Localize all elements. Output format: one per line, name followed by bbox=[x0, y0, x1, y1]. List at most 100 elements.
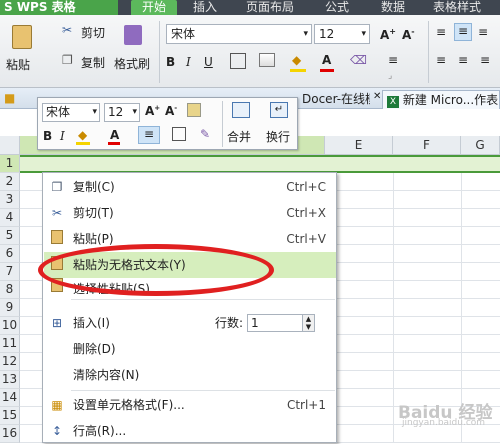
mini-font-color-icon[interactable]: A bbox=[110, 128, 119, 142]
fill-color-swatch bbox=[290, 69, 306, 72]
align-left-icon[interactable]: ≡ bbox=[436, 53, 446, 67]
menu-item-row-height[interactable]: ↕ 行高(R)... bbox=[44, 418, 336, 444]
excel-file-icon: X bbox=[387, 96, 399, 108]
bold-icon[interactable]: B bbox=[166, 55, 175, 69]
mini-style-icon[interactable] bbox=[187, 103, 201, 117]
tab-data[interactable]: 数据 bbox=[381, 0, 405, 15]
font-name-select[interactable]: 宋体 ▾ bbox=[166, 24, 312, 44]
wps-logo[interactable]: S WPS 表格 bbox=[0, 0, 118, 15]
mini-font-name-select[interactable]: 宋体 ▾ bbox=[42, 103, 100, 122]
mini-fill-swatch bbox=[76, 142, 90, 145]
fill-color-icon[interactable]: ◆ bbox=[292, 53, 301, 67]
folder-icon[interactable]: ■ bbox=[4, 91, 15, 105]
font-size-select[interactable]: 12 ▾ bbox=[314, 24, 370, 44]
mini-brush-icon[interactable]: ✎ bbox=[200, 127, 210, 141]
align-bottom-icon[interactable]: ≡ bbox=[478, 25, 488, 39]
insert-icon: ⊞ bbox=[51, 316, 63, 330]
close-icon[interactable]: ✕ bbox=[373, 91, 381, 102]
row-header[interactable]: 8 bbox=[0, 281, 20, 299]
cell-style-icon[interactable] bbox=[259, 53, 275, 67]
menu-separator bbox=[71, 299, 335, 300]
row-count-input[interactable]: 1 bbox=[247, 314, 303, 332]
mini-bold-icon[interactable]: B bbox=[43, 129, 52, 143]
menu-item-insert[interactable]: ⊞ 插入(I) 行数: 1 ▲ ▼ bbox=[44, 310, 336, 336]
tab-table-style[interactable]: 表格样式 bbox=[433, 0, 481, 15]
indent-icon[interactable]: ≡ bbox=[388, 53, 398, 67]
cut-button[interactable]: ✂ 剪切 bbox=[62, 23, 116, 41]
align-center-icon[interactable]: ≡ bbox=[458, 53, 468, 67]
mini-grow-font-icon[interactable]: A+ bbox=[145, 104, 160, 118]
mini-font-size-select[interactable]: 12 ▾ bbox=[104, 103, 140, 122]
clear-format-icon[interactable]: ⌫ bbox=[350, 53, 367, 67]
mini-align-center-icon[interactable]: ≡ bbox=[138, 126, 160, 144]
column-header-f[interactable]: F bbox=[393, 136, 461, 155]
row-header[interactable]: 12 bbox=[0, 353, 20, 371]
row-header[interactable]: 15 bbox=[0, 407, 20, 425]
shrink-font-icon[interactable]: A- bbox=[402, 27, 415, 42]
menu-separator bbox=[71, 390, 335, 391]
menu-item-clear-contents[interactable]: 清除内容(N) bbox=[44, 362, 336, 388]
row-header[interactable]: 9 bbox=[0, 299, 20, 317]
row-count-value: 1 bbox=[251, 316, 259, 330]
grow-font-icon[interactable]: A+ bbox=[380, 27, 396, 42]
tab-start[interactable]: 开始 bbox=[131, 0, 177, 15]
column-header-e[interactable]: E bbox=[325, 136, 393, 155]
row-header[interactable]: 7 bbox=[0, 263, 20, 281]
tab-docer-label: Docer-在线模板 bbox=[302, 92, 370, 106]
mini-fill-color-icon[interactable]: ◆ bbox=[78, 128, 87, 142]
row-header[interactable]: 14 bbox=[0, 389, 20, 407]
row-header[interactable]: 16 bbox=[0, 425, 20, 443]
font-size-value: 12 bbox=[319, 27, 335, 41]
menu-item-cut[interactable]: ✂ 剪切(T) Ctrl+X bbox=[44, 200, 336, 226]
menu-item-copy[interactable]: ❐ 复制(C) Ctrl+C bbox=[44, 174, 336, 200]
tab-page-layout[interactable]: 页面布局 bbox=[246, 0, 294, 15]
menu-item-delete[interactable]: 删除(D) bbox=[44, 336, 336, 362]
row-header[interactable]: 3 bbox=[0, 191, 20, 209]
tab-insert[interactable]: 插入 bbox=[193, 0, 217, 15]
row-count-stepper[interactable]: ▲ ▼ bbox=[303, 314, 315, 332]
selected-row[interactable] bbox=[20, 155, 500, 173]
tab-formula[interactable]: 公式 bbox=[325, 0, 349, 15]
mini-border-icon[interactable] bbox=[172, 127, 186, 141]
font-dialog-launcher-icon[interactable]: ⌟ bbox=[388, 71, 392, 81]
align-right-icon[interactable]: ≡ bbox=[480, 53, 490, 67]
menu-item-label: 设置单元格格式(F)... bbox=[73, 398, 185, 412]
column-header-g[interactable]: G bbox=[461, 136, 500, 155]
copy-icon: ❐ bbox=[62, 53, 73, 67]
paste-button[interactable]: 粘贴 bbox=[4, 23, 38, 83]
row-header[interactable]: 10 bbox=[0, 317, 20, 335]
tab-new-workbook-label: 新建 Micro...作表.x bbox=[402, 93, 500, 107]
chevron-down-icon: ▾ bbox=[132, 107, 137, 117]
row-header[interactable]: 5 bbox=[0, 227, 20, 245]
row-header[interactable]: 2 bbox=[0, 173, 20, 191]
underline-icon[interactable]: U bbox=[204, 55, 213, 69]
mini-shrink-font-icon[interactable]: A- bbox=[165, 104, 177, 118]
row-header[interactable]: 6 bbox=[0, 245, 20, 263]
align-top-icon[interactable]: ≡ bbox=[436, 25, 446, 39]
align-middle-icon[interactable]: ≡ bbox=[454, 23, 472, 41]
watermark-url: jingyan.baidu.com bbox=[402, 418, 486, 428]
font-color-icon[interactable]: A bbox=[322, 53, 331, 67]
copy-button[interactable]: ❐ 复制 bbox=[62, 53, 116, 71]
mini-font-color-swatch bbox=[108, 142, 120, 145]
tab-docer[interactable]: Docer-在线模板 bbox=[298, 90, 370, 109]
row-header[interactable]: 11 bbox=[0, 335, 20, 353]
italic-icon[interactable]: I bbox=[186, 55, 191, 69]
merge-cells-icon bbox=[232, 102, 250, 118]
wrap-text-button[interactable]: ↵ 换行 bbox=[264, 100, 296, 148]
row-header[interactable]: 13 bbox=[0, 371, 20, 389]
row-header[interactable]: 4 bbox=[0, 209, 20, 227]
select-all-corner[interactable] bbox=[0, 136, 20, 155]
paste-label: 粘贴 bbox=[6, 58, 31, 72]
border-icon[interactable] bbox=[230, 53, 246, 69]
mini-font-name-value: 宋体 bbox=[46, 105, 71, 119]
menu-item-format-cells[interactable]: ▦ 设置单元格格式(F)... Ctrl+1 bbox=[44, 392, 336, 418]
copy-icon: ❐ bbox=[51, 180, 63, 194]
menu-item-label: 删除(D) bbox=[73, 342, 116, 356]
tab-new-workbook[interactable]: X 新建 Micro...作表.x bbox=[382, 90, 500, 109]
merge-button[interactable]: 合并 bbox=[226, 100, 256, 148]
format-painter-button[interactable]: 格式刷 bbox=[114, 23, 156, 79]
mini-italic-icon[interactable]: I bbox=[60, 129, 65, 143]
wrap-text-icon: ↵ bbox=[270, 102, 288, 118]
row-header[interactable]: 1 bbox=[0, 155, 20, 173]
